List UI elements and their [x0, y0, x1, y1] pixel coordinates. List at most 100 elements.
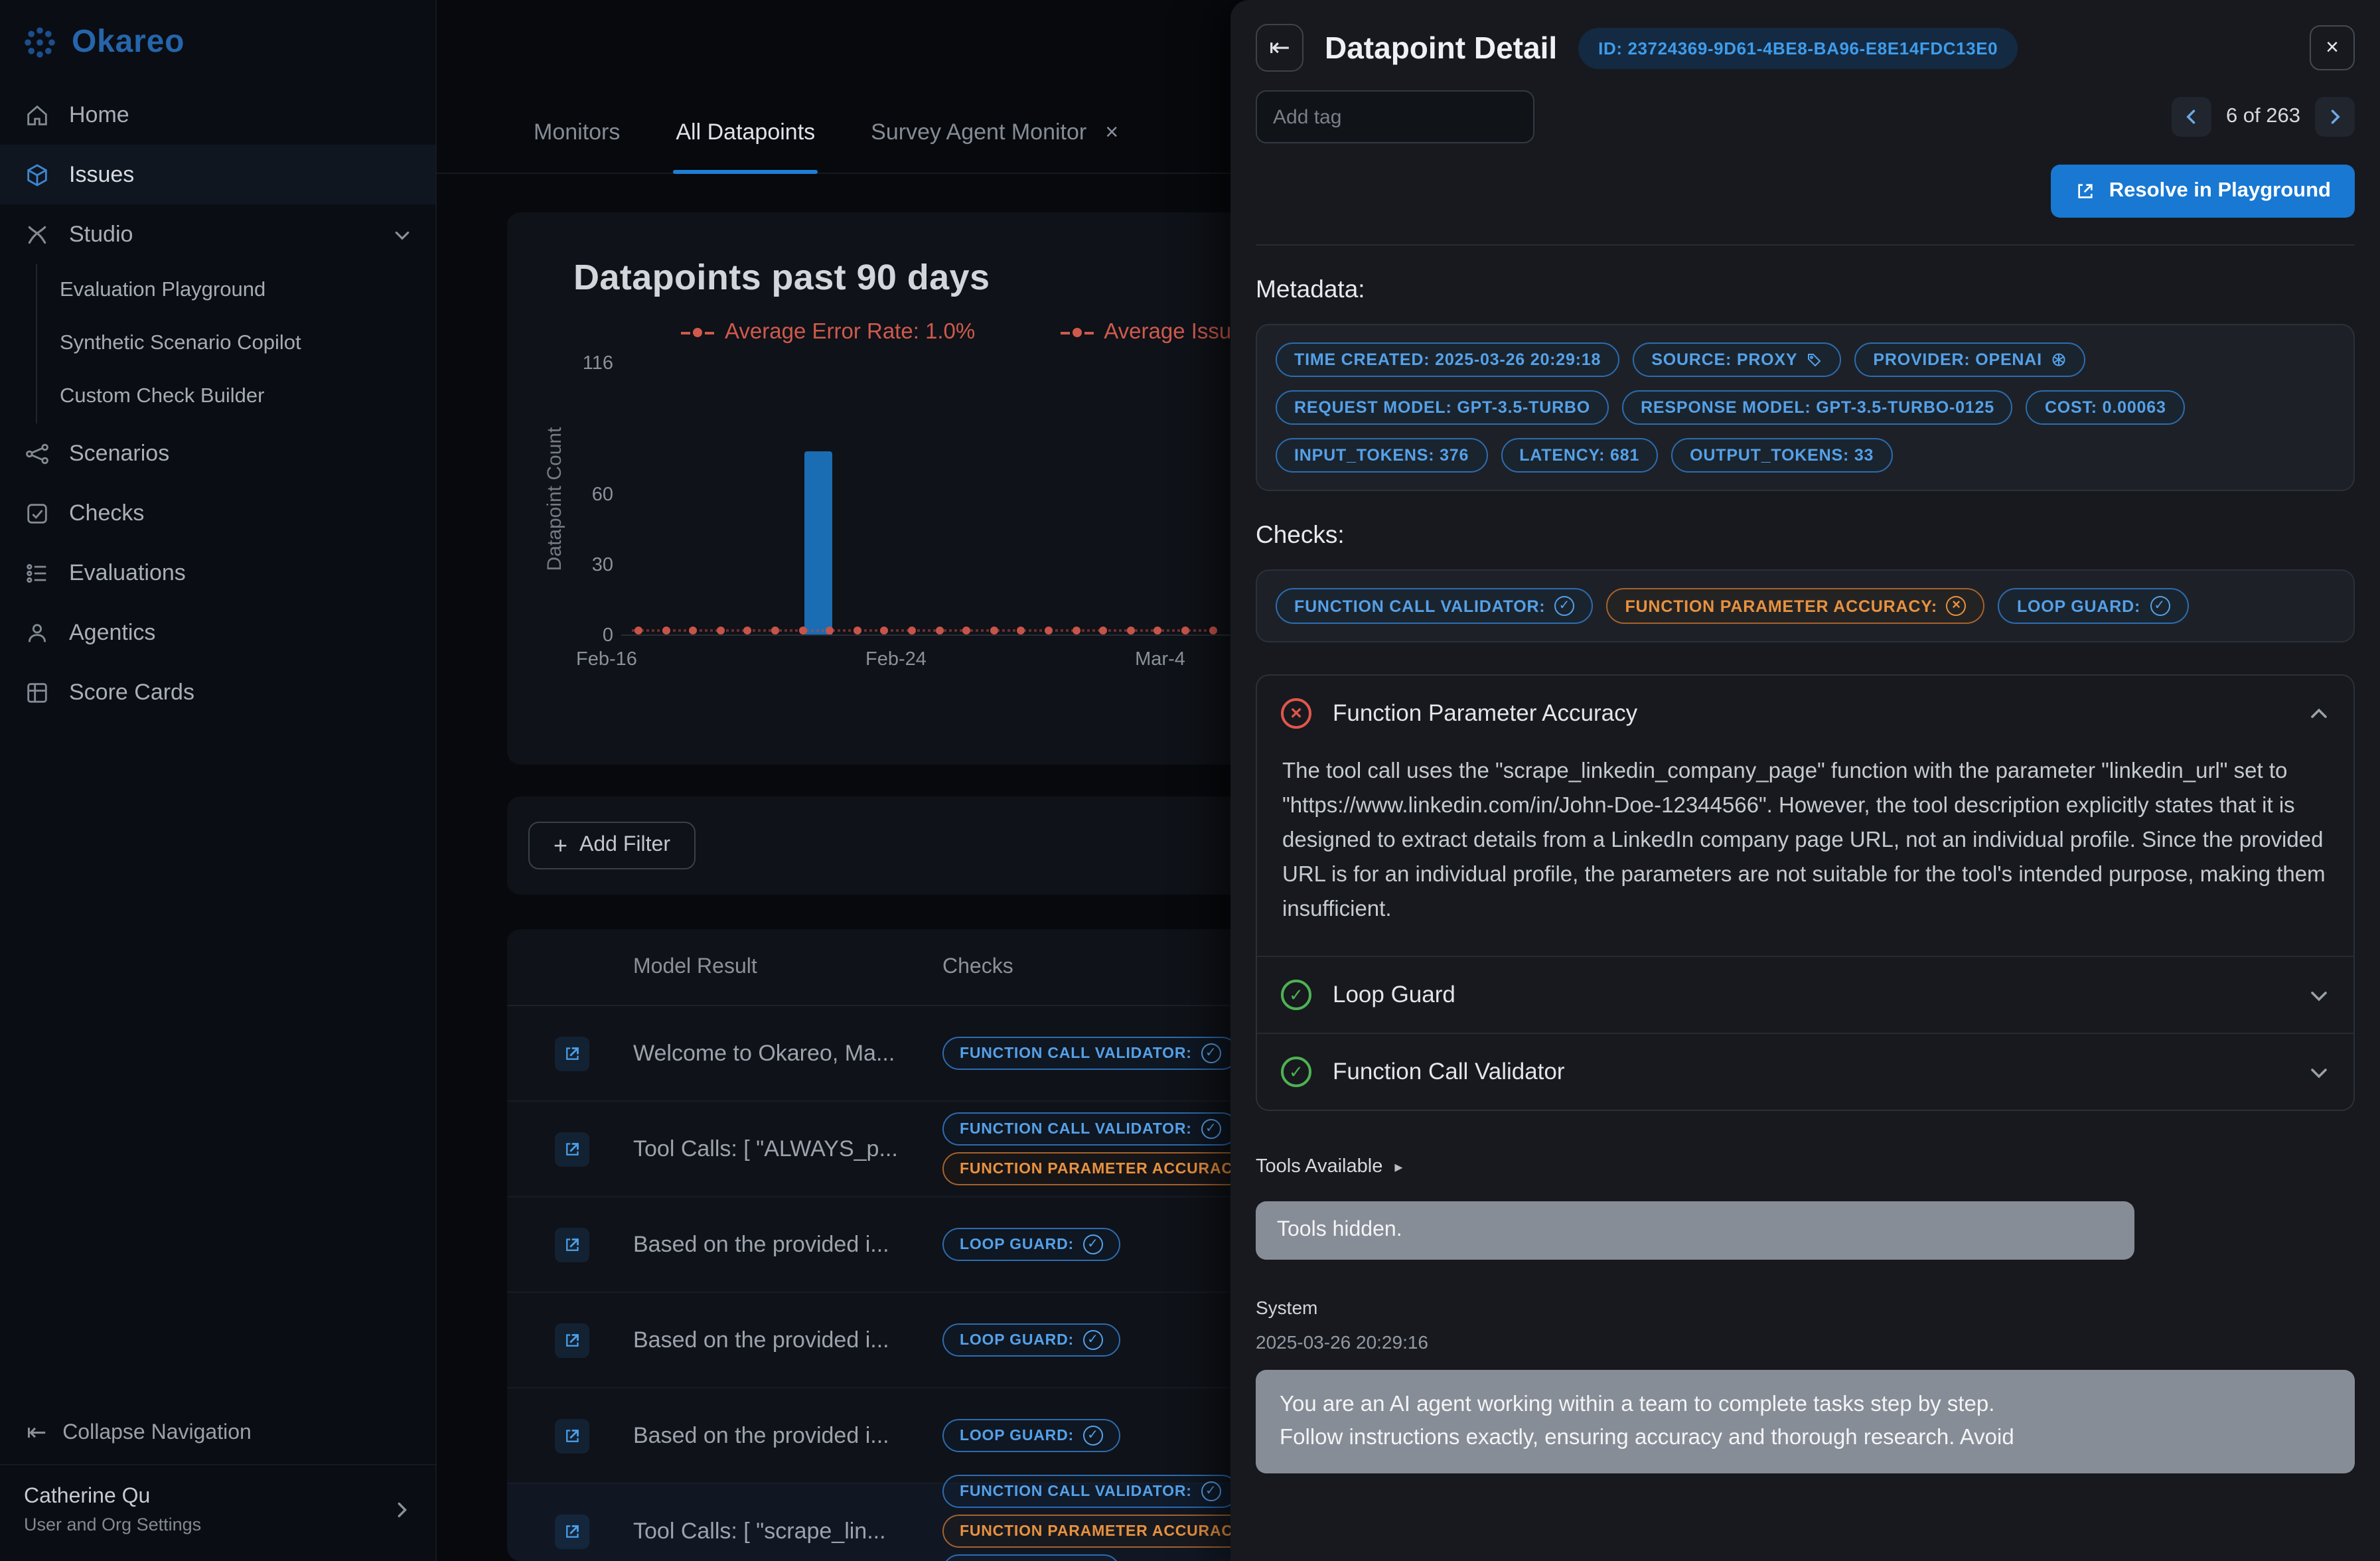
- metadata-badge: LATENCY: 681: [1501, 438, 1658, 473]
- sub-item-label: Evaluation Playground: [60, 279, 265, 303]
- check-pass-icon: [2150, 596, 2170, 616]
- metadata-badge: TIME CREATED: 2025-03-26 20:29:18: [1276, 342, 1619, 377]
- sidebar-item-label: Score Cards: [69, 679, 194, 706]
- check-explanation: The tool call uses the "scrape_linkedin_…: [1257, 751, 2353, 956]
- check-badge: LOOP GUARD:: [942, 1554, 1120, 1561]
- sidebar-item-label: Issues: [69, 161, 134, 188]
- open-datapoint-icon[interactable]: [555, 1132, 589, 1166]
- divider: [1256, 244, 2355, 246]
- next-datapoint-button[interactable]: [2315, 97, 2355, 137]
- close-panel-button[interactable]: ×: [2310, 25, 2355, 70]
- tools-available-label: Tools Available: [1256, 1157, 1382, 1178]
- tools-available-toggle[interactable]: Tools Available ▸: [1256, 1157, 2355, 1178]
- accordion-header[interactable]: Function Parameter Accuracy: [1257, 676, 2353, 751]
- system-message: You are an AI agent working within a tea…: [1256, 1371, 2355, 1473]
- sidebar-item-scenarios[interactable]: Scenarios: [0, 423, 435, 483]
- system-role-label: System: [1256, 1298, 2355, 1319]
- tag-icon: [1807, 352, 1822, 368]
- sidebar-item-checks[interactable]: Checks: [0, 483, 435, 543]
- check-badge: FUNCTION CALL VALIDATOR:: [942, 1037, 1238, 1070]
- sidebar-item-issues[interactable]: Issues: [0, 145, 435, 204]
- sidebar-item-score-cards[interactable]: Score Cards: [0, 662, 435, 722]
- check-badge: FUNCTION CALL VALIDATOR:: [942, 1112, 1238, 1146]
- line-marker-icon: [681, 328, 714, 337]
- tab-label: Survey Agent Monitor: [871, 119, 1086, 146]
- plus-icon: +: [554, 832, 567, 859]
- accordion-header[interactable]: Function Call Validator: [1257, 1035, 2353, 1110]
- collapse-panel-button[interactable]: ⇤: [1256, 24, 1303, 72]
- x-tick: Mar-4: [1135, 649, 1185, 670]
- pagination-text: 6 of 263: [2226, 105, 2300, 129]
- tab-monitors[interactable]: Monitors: [531, 119, 623, 173]
- scenarios-icon: [24, 440, 50, 467]
- model-result-text: Tool Calls: [ "scrape_lin...: [633, 1518, 899, 1544]
- metadata-badge: INPUT_TOKENS: 376: [1276, 438, 1487, 473]
- accordion-header[interactable]: Loop Guard: [1257, 958, 2353, 1033]
- sidebar-item-home[interactable]: Home: [0, 85, 435, 145]
- metadata-heading: Metadata:: [1256, 275, 2355, 304]
- check-pass-icon: [1201, 1481, 1221, 1501]
- sidebar-item-custom-check-builder[interactable]: Custom Check Builder: [37, 370, 435, 423]
- disclosure-triangle-icon: ▸: [1394, 1158, 1402, 1177]
- open-datapoint-icon[interactable]: [555, 1036, 589, 1071]
- tab-survey-agent-monitor[interactable]: Survey Agent Monitor ×: [868, 119, 1121, 173]
- sidebar-bottom: ⇤ Collapse Navigation Catherine Qu User …: [0, 1402, 435, 1561]
- open-datapoint-icon[interactable]: [555, 1514, 589, 1548]
- accordion-section-function-parameter-accuracy: Function Parameter Accuracy The tool cal…: [1257, 676, 2353, 956]
- resolve-in-playground-button[interactable]: Resolve in Playground: [2051, 165, 2355, 218]
- check-pass-icon: [1554, 596, 1574, 616]
- pass-circle-icon: [1281, 1057, 1311, 1088]
- add-tag-input[interactable]: [1256, 90, 1534, 143]
- datapoint-detail-panel: ⇤ Datapoint Detail ID: 23724369-9D61-4BE…: [1230, 0, 2380, 1561]
- close-icon: ×: [2326, 35, 2339, 61]
- line-marker-icon: [1060, 328, 1093, 337]
- sidebar: Okareo Home Issues Studio: [0, 0, 437, 1561]
- open-datapoint-icon[interactable]: [555, 1418, 589, 1453]
- collapse-left-icon: ⇤: [1269, 33, 1290, 63]
- add-filter-button[interactable]: + Add Filter: [528, 822, 696, 869]
- datapoint-bar: [804, 451, 832, 634]
- check-pass-icon: [1201, 1043, 1221, 1063]
- model-result-text: Based on the provided i...: [633, 1231, 899, 1258]
- sidebar-item-evaluation-playground[interactable]: Evaluation Playground: [37, 264, 435, 317]
- sidebar-item-studio[interactable]: Studio: [0, 204, 435, 264]
- metadata-badge: OUTPUT_TOKENS: 33: [1671, 438, 1892, 473]
- tab-label: All Datapoints: [676, 119, 815, 146]
- check-pass-icon: [1201, 1119, 1221, 1139]
- check-badge: FUNCTION PARAMETER ACCURACY:: [1606, 588, 1985, 624]
- checks-accordion: Function Parameter Accuracy The tool cal…: [1256, 674, 2355, 1112]
- open-datapoint-icon[interactable]: [555, 1227, 589, 1262]
- metadata-badge: SOURCE: PROXY: [1633, 342, 1841, 377]
- panel-header: ⇤ Datapoint Detail ID: 23724369-9D61-4BE…: [1256, 0, 2355, 72]
- check-badge: LOOP GUARD:: [1998, 588, 2188, 624]
- panel-toolbar: 6 of 263: [1256, 90, 2355, 143]
- y-tick: 116: [568, 353, 613, 374]
- accordion-section-function-call-validator: Function Call Validator: [1257, 1033, 2353, 1110]
- sidebar-item-label: Evaluations: [69, 559, 186, 586]
- collapse-navigation-label: Collapse Navigation: [62, 1421, 252, 1445]
- check-pass-icon: [1083, 1426, 1103, 1446]
- accordion-title: Loop Guard: [1333, 982, 1455, 1009]
- sidebar-item-label: Home: [69, 102, 129, 128]
- tab-close-icon[interactable]: ×: [1105, 119, 1118, 146]
- sidebar-item-agentics[interactable]: Agentics: [0, 603, 435, 662]
- x-tick: Feb-24: [865, 649, 927, 670]
- user-subtitle: User and Org Settings: [24, 1515, 392, 1534]
- row-checks: FUNCTION CALL VALIDATOR:: [942, 1037, 1238, 1070]
- chevron-down-icon: [2308, 985, 2330, 1006]
- logo[interactable]: Okareo: [0, 0, 435, 80]
- previous-datapoint-button[interactable]: [2172, 97, 2211, 137]
- collapse-navigation-button[interactable]: ⇤ Collapse Navigation: [0, 1402, 435, 1464]
- sidebar-item-label: Agentics: [69, 619, 155, 646]
- chevron-down-icon: [393, 225, 411, 244]
- sidebar-item-synthetic-scenario-copilot[interactable]: Synthetic Scenario Copilot: [37, 317, 435, 370]
- collapse-left-icon: ⇤: [27, 1419, 46, 1447]
- check-badge: LOOP GUARD:: [942, 1323, 1120, 1357]
- tab-all-datapoints[interactable]: All Datapoints: [673, 119, 818, 173]
- open-datapoint-icon[interactable]: [555, 1323, 589, 1357]
- tab-label: Monitors: [534, 119, 620, 146]
- check-pass-icon: [1083, 1330, 1103, 1350]
- user-settings[interactable]: Catherine Qu User and Org Settings: [0, 1464, 435, 1561]
- studio-subitems: Evaluation Playground Synthetic Scenario…: [36, 264, 435, 423]
- sidebar-item-evaluations[interactable]: Evaluations: [0, 543, 435, 603]
